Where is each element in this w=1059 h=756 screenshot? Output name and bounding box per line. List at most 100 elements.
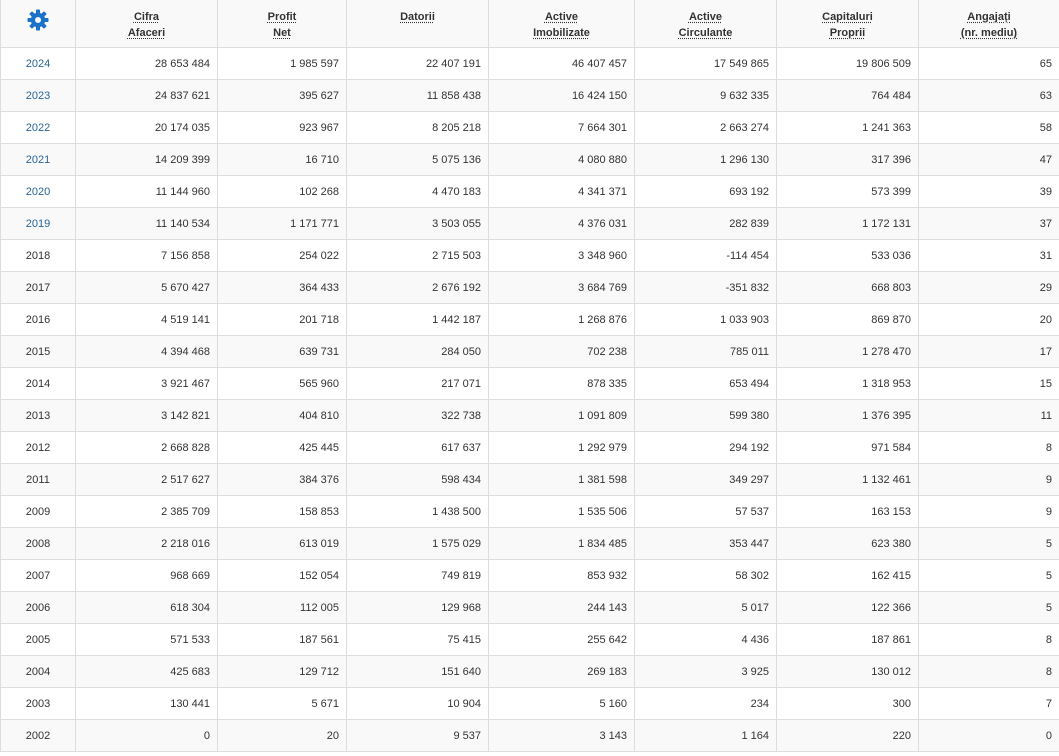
column-header-cifra-afaceri[interactable]: Cifra Afaceri [76, 0, 218, 48]
year-cell[interactable]: 2019 [1, 208, 76, 240]
year-cell: 2014 [1, 368, 76, 400]
table-row: 2015 4 394 468 639 731 284 050 702 238 785 01… [1, 336, 1059, 368]
cell-cifra-afaceri: 2 668 828 [76, 432, 218, 464]
year-label: 2017 [26, 282, 50, 294]
table-row: 2022 20 174 035 923 967 8 205 218 7 664 301 2… [1, 112, 1059, 144]
column-header-label[interactable]: Profit Net [268, 0, 297, 41]
cell-profit-net: 1 985 597 [218, 48, 347, 80]
column-header-line1: Angajați [967, 11, 1010, 23]
cell-active-imobilizate: 702 238 [489, 336, 635, 368]
year-cell: 2006 [1, 592, 76, 624]
cell-profit-net: 158 853 [218, 496, 347, 528]
cell-active-imobilizate: 3 348 960 [489, 240, 635, 272]
year-link[interactable]: 2021 [26, 154, 50, 166]
year-cell: 2018 [1, 240, 76, 272]
cell-angajati: 8 [919, 432, 1059, 464]
cell-active-imobilizate: 7 664 301 [489, 112, 635, 144]
cell-profit-net: 923 967 [218, 112, 347, 144]
cell-angajati: 5 [919, 528, 1059, 560]
year-cell[interactable]: 2024 [1, 48, 76, 80]
cell-profit-net: 364 433 [218, 272, 347, 304]
cell-active-circulante: 785 011 [635, 336, 777, 368]
cell-active-imobilizate: 5 160 [489, 688, 635, 720]
year-cell[interactable]: 2023 [1, 80, 76, 112]
year-cell: 2004 [1, 656, 76, 688]
cell-active-imobilizate: 1 292 979 [489, 432, 635, 464]
year-link[interactable]: 2019 [26, 218, 50, 230]
cell-angajati: 0 [919, 720, 1059, 752]
cell-angajati: 9 [919, 496, 1059, 528]
cell-active-circulante: -114 454 [635, 240, 777, 272]
table-row: 2021 14 209 399 16 710 5 075 136 4 080 880 1 … [1, 144, 1059, 176]
column-header-label[interactable]: Cifra Afaceri [128, 0, 165, 41]
column-header-line2: Imobilizate [533, 27, 590, 39]
column-header-angajati[interactable]: Angajați (nr. mediu) [919, 0, 1059, 48]
cell-active-circulante: 5 017 [635, 592, 777, 624]
cell-cifra-afaceri: 0 [76, 720, 218, 752]
cell-angajati: 5 [919, 560, 1059, 592]
table-row: 2017 5 670 427 364 433 2 676 192 3 684 769 -3… [1, 272, 1059, 304]
column-header-active-imobilizate[interactable]: Active Imobilizate [489, 0, 635, 48]
cell-active-imobilizate: 1 381 598 [489, 464, 635, 496]
column-header-label[interactable]: Angajați (nr. mediu) [961, 0, 1017, 41]
column-header-capitaluri-proprii[interactable]: Capitaluri Proprii [777, 0, 919, 48]
column-header-active-circulante[interactable]: Active Circulante [635, 0, 777, 48]
cell-angajati: 58 [919, 112, 1059, 144]
cell-active-circulante: 349 297 [635, 464, 777, 496]
table-row: 2012 2 668 828 425 445 617 637 1 292 979 294 … [1, 432, 1059, 464]
year-cell[interactable]: 2020 [1, 176, 76, 208]
column-header-datorii[interactable]: Datorii [347, 0, 489, 48]
year-label: 2007 [26, 570, 50, 582]
year-cell[interactable]: 2022 [1, 112, 76, 144]
cell-angajati: 31 [919, 240, 1059, 272]
cell-angajati: 5 [919, 592, 1059, 624]
year-link[interactable]: 2020 [26, 186, 50, 198]
column-header-label[interactable]: Active Imobilizate [533, 0, 590, 41]
cell-profit-net: 1 171 771 [218, 208, 347, 240]
cell-cifra-afaceri: 4 519 141 [76, 304, 218, 336]
column-header-line1: Active [545, 11, 578, 23]
cell-capitaluri-proprii: 1 318 953 [777, 368, 919, 400]
cell-cifra-afaceri: 130 441 [76, 688, 218, 720]
cell-datorii: 2 676 192 [347, 272, 489, 304]
cell-active-imobilizate: 3 143 [489, 720, 635, 752]
cell-capitaluri-proprii: 317 396 [777, 144, 919, 176]
cell-profit-net: 20 [218, 720, 347, 752]
year-cell: 2003 [1, 688, 76, 720]
cell-cifra-afaceri: 3 921 467 [76, 368, 218, 400]
cell-capitaluri-proprii: 1 278 470 [777, 336, 919, 368]
table-row: 2007 968 669 152 054 749 819 853 932 58 302 16… [1, 560, 1059, 592]
cell-datorii: 3 503 055 [347, 208, 489, 240]
year-link[interactable]: 2024 [26, 58, 50, 70]
cell-capitaluri-proprii: 869 870 [777, 304, 919, 336]
gear-icon[interactable] [26, 8, 50, 32]
cell-datorii: 2 715 503 [347, 240, 489, 272]
table-row: 2003 130 441 5 671 10 904 5 160 234 300 7 [1, 688, 1059, 720]
cell-active-circulante: 3 925 [635, 656, 777, 688]
year-cell: 2002 [1, 720, 76, 752]
cell-active-imobilizate: 1 091 809 [489, 400, 635, 432]
cell-cifra-afaceri: 2 385 709 [76, 496, 218, 528]
cell-active-circulante: 234 [635, 688, 777, 720]
cell-active-circulante: 294 192 [635, 432, 777, 464]
column-header-label[interactable]: Capitaluri Proprii [822, 0, 873, 41]
cell-profit-net: 102 268 [218, 176, 347, 208]
year-label: 2013 [26, 410, 50, 422]
column-header-line1: Cifra [134, 11, 159, 23]
table-row: 2011 2 517 627 384 376 598 434 1 381 598 349 … [1, 464, 1059, 496]
year-cell: 2009 [1, 496, 76, 528]
year-link[interactable]: 2023 [26, 90, 50, 102]
column-header-label[interactable]: Datorii [400, 0, 435, 25]
cell-cifra-afaceri: 2 218 016 [76, 528, 218, 560]
financial-data-table: Cifra Afaceri Profit Net Datorii Active Imobil… [0, 0, 1059, 752]
cell-angajati: 47 [919, 144, 1059, 176]
year-cell[interactable]: 2021 [1, 144, 76, 176]
column-header-profit-net[interactable]: Profit Net [218, 0, 347, 48]
year-link[interactable]: 2022 [26, 122, 50, 134]
column-header-label[interactable]: Active Circulante [679, 0, 733, 41]
cell-datorii: 8 205 218 [347, 112, 489, 144]
settings-header-cell [1, 0, 76, 48]
cell-profit-net: 384 376 [218, 464, 347, 496]
year-cell: 2011 [1, 464, 76, 496]
year-cell: 2012 [1, 432, 76, 464]
